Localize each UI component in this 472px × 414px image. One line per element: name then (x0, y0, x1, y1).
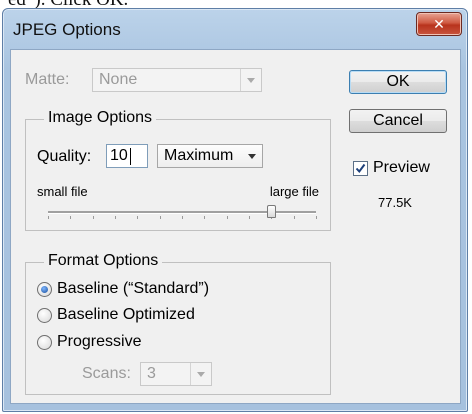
radio-progressive[interactable] (37, 335, 52, 350)
radio-label-baseline-standard: Baseline (“Standard”) (57, 280, 210, 297)
radio-label-progressive: Progressive (57, 333, 142, 350)
slider-tick (226, 216, 228, 219)
checkmark-icon (355, 163, 366, 174)
radio-baseline-standard[interactable] (37, 282, 52, 297)
scans-label: Scans: (82, 365, 131, 382)
slider-tick (293, 216, 295, 219)
matte-dropdown[interactable]: None (92, 68, 262, 92)
image-options-group: Image Options Quality: 10 Maximum small … (25, 109, 331, 231)
matte-value: None (99, 71, 138, 88)
slider-tick (249, 216, 250, 219)
slider-tick (48, 216, 49, 219)
ok-button[interactable]: OK (349, 70, 447, 94)
chevron-down-icon (190, 363, 211, 385)
radio-label-baseline-optimized: Baseline Optimized (57, 306, 195, 323)
format-options-group: Format Options Baseline (“Standard”) Bas… (25, 252, 331, 395)
radio-baseline-optimized[interactable] (37, 308, 52, 323)
slider-tick (70, 216, 72, 219)
slider-tick (182, 216, 183, 219)
quality-preset-value: Maximum (164, 147, 234, 164)
slider-tick (92, 216, 94, 219)
dialog-body: Matte: None Image Options Quality: 10 Ma… (10, 49, 461, 404)
dialog-title: JPEG Options (13, 20, 121, 39)
preview-checkbox[interactable] (353, 161, 368, 176)
format-options-legend: Format Options (44, 252, 163, 270)
chevron-down-icon (242, 145, 262, 167)
scans-value: 3 (147, 365, 156, 382)
slider-tick (137, 216, 139, 219)
quality-preset-dropdown[interactable]: Maximum (157, 144, 263, 168)
quality-label: Quality: (37, 148, 92, 165)
file-size-readout: 77.5K (378, 195, 412, 210)
cancel-button[interactable]: Cancel (349, 109, 447, 133)
jpeg-options-dialog: JPEG Options ✕ Matte: None Image Options… (2, 8, 468, 412)
chevron-down-icon (240, 69, 261, 91)
matte-label: Matte: (25, 71, 70, 88)
image-options-legend: Image Options (44, 109, 157, 127)
quality-value: 10 (110, 147, 128, 164)
quality-slider-thumb[interactable] (267, 205, 277, 218)
slider-tick (316, 216, 317, 219)
preview-label: Preview (373, 159, 430, 176)
slider-tick (204, 216, 206, 219)
radio-selected-dot (41, 286, 48, 293)
close-icon: ✕ (433, 15, 445, 32)
quality-input[interactable]: 10 (106, 144, 148, 168)
large-file-label: large file (269, 184, 319, 199)
small-file-label: small file (37, 184, 88, 199)
slider-tick (159, 216, 161, 219)
scans-dropdown[interactable]: 3 (140, 362, 212, 386)
close-button[interactable]: ✕ (416, 12, 462, 36)
slider-tick (115, 216, 116, 219)
